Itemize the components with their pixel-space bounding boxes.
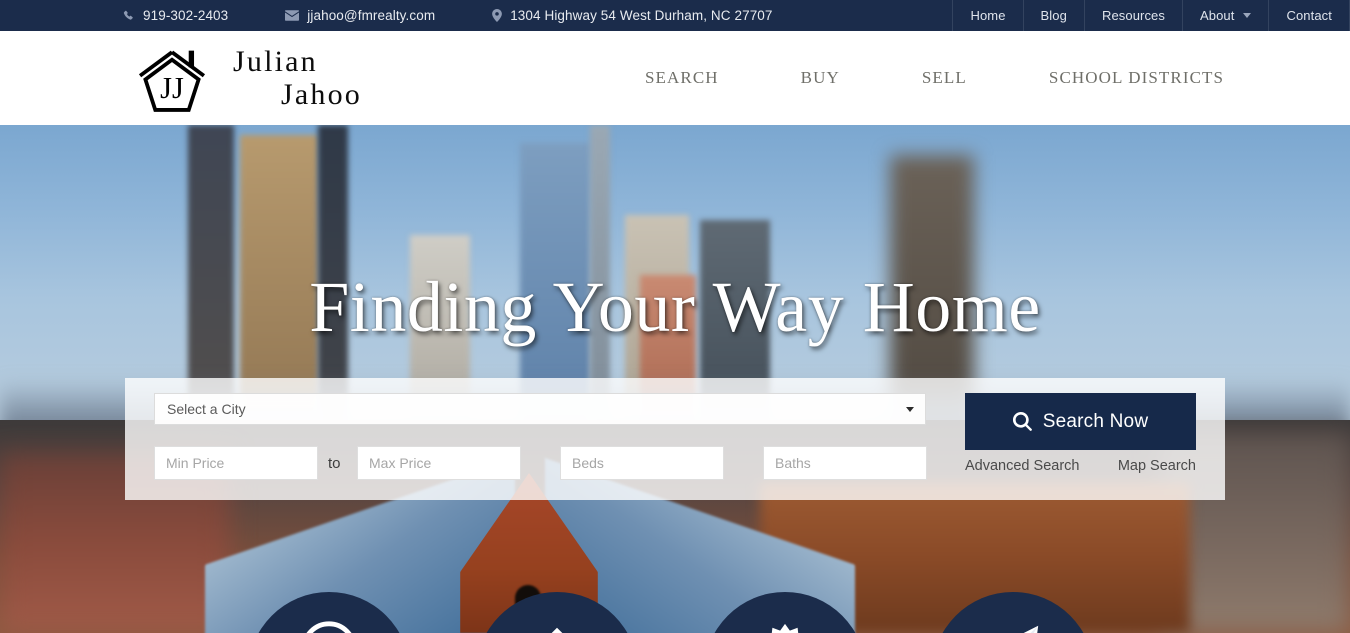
hero-headline: Finding Your Way Home [309, 267, 1041, 347]
property-search-panel: Select a City Min Price to Max Price Bed… [125, 378, 1225, 500]
main-navigation: SEARCH BUY SELL SCHOOL DISTRICTS [645, 68, 1224, 88]
topnav-label-about: About [1200, 8, 1235, 23]
search-now-button[interactable]: Search Now [965, 393, 1196, 450]
gear-icon [771, 623, 799, 633]
mainnav-item-sell[interactable]: SELL [922, 68, 967, 88]
brand-name-line1: Julian [233, 44, 318, 78]
min-price-input[interactable]: Min Price [154, 446, 318, 480]
map-pin-icon [492, 9, 503, 22]
site-header: JJ Julian Jahoo SEARCH BUY SELL SCHOOL D… [0, 31, 1350, 125]
feature-circle-services[interactable] [704, 592, 866, 633]
city-select-value: Select a City [167, 401, 246, 417]
topnav-item-blog[interactable]: Blog [1022, 0, 1084, 31]
min-price-placeholder: Min Price [166, 455, 225, 471]
search-icon [1012, 412, 1032, 431]
feature-circle-row [0, 592, 1350, 633]
contact-email-text: jjahoo@fmrealty.com [307, 8, 436, 23]
contact-phone-text: 919-302-2403 [143, 8, 229, 23]
brand-logo[interactable]: JJ Julian Jahoo [0, 40, 362, 116]
search-now-label: Search Now [1042, 410, 1149, 432]
logo-monogram-text: JJ [160, 71, 184, 105]
topnav-item-about[interactable]: About [1182, 0, 1268, 31]
baths-input[interactable]: Baths [763, 446, 927, 480]
contact-email[interactable]: jjahoo@fmrealty.com [285, 8, 435, 23]
chevron-down-icon [906, 406, 914, 412]
mainnav-item-school-districts[interactable]: SCHOOL DISTRICTS [1049, 68, 1224, 88]
price-range-separator-label: to [328, 454, 341, 472]
hero-section: Finding Your Way Home Select a City Min … [0, 125, 1350, 633]
topnav-label-blog: Blog [1040, 8, 1067, 23]
max-price-input[interactable]: Max Price [357, 446, 521, 480]
beds-input[interactable]: Beds [560, 446, 724, 480]
home-circle-icon [306, 621, 352, 633]
map-search-link[interactable]: Map Search [1118, 458, 1196, 474]
paper-plane-icon [1023, 625, 1039, 633]
envelope-icon [285, 10, 300, 21]
topnav-label-home: Home [970, 8, 1006, 23]
contact-info-group: 919-302-2403 jjahoo@fmrealty.com 1304 Hi… [0, 8, 952, 23]
mainnav-item-buy[interactable]: BUY [801, 68, 840, 88]
city-select[interactable]: Select a City [154, 393, 926, 425]
topnav-item-contact[interactable]: Contact [1268, 0, 1350, 31]
top-navigation: Home Blog Resources About Contact [952, 0, 1350, 31]
beds-placeholder: Beds [572, 455, 604, 471]
feature-circle-contact[interactable] [932, 592, 1094, 633]
brand-name-line2: Jahoo [281, 77, 362, 111]
brand-wordmark: Julian Jahoo [233, 44, 362, 111]
house-pentagon-monogram-logo: JJ [138, 50, 206, 112]
chevron-down-icon [1243, 13, 1252, 18]
contact-address[interactable]: 1304 Highway 54 West Durham, NC 27707 [492, 8, 772, 23]
max-price-placeholder: Max Price [369, 455, 432, 471]
phone-icon [123, 10, 135, 22]
topnav-label-resources: Resources [1101, 8, 1165, 23]
contact-phone[interactable]: 919-302-2403 [123, 8, 228, 23]
mainnav-item-search[interactable]: SEARCH [645, 68, 719, 88]
contact-address-text: 1304 Highway 54 West Durham, NC 27707 [510, 8, 773, 23]
topnav-item-home[interactable]: Home [952, 0, 1022, 31]
advanced-search-link[interactable]: Advanced Search [965, 458, 1079, 474]
roof-chevron-icon [551, 627, 563, 633]
feature-circle-sell[interactable] [476, 592, 638, 633]
topnav-label-contact: Contact [1286, 8, 1332, 23]
baths-placeholder: Baths [775, 455, 811, 471]
topnav-item-resources[interactable]: Resources [1083, 0, 1182, 31]
feature-circle-buy[interactable] [248, 592, 410, 633]
search-extra-links: Advanced Search Map Search [965, 458, 1196, 474]
top-utility-bar: 919-302-2403 jjahoo@fmrealty.com 1304 Hi… [0, 0, 1350, 31]
